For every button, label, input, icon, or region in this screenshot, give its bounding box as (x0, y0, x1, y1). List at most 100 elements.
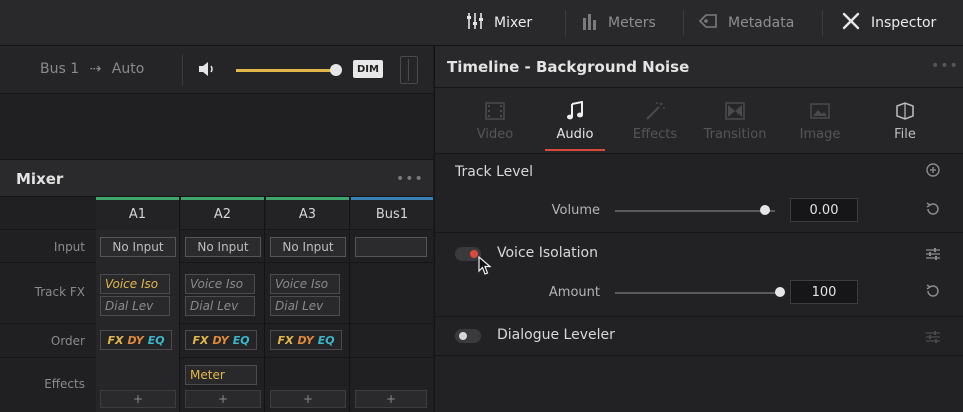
add-effect-button[interactable]: + (270, 390, 346, 408)
channel-strip-a1: A1 No Input Voice Iso Dial Lev FX DY EQ … (96, 197, 180, 412)
dim-button[interactable]: DIM (353, 60, 383, 78)
mouse-cursor-icon (478, 255, 492, 280)
row-label-input: Input (53, 240, 85, 254)
voice-isolation-title: Voice Isolation (497, 245, 598, 261)
tab-transition-label: Transition (703, 126, 767, 142)
input-selector[interactable]: No Input (185, 237, 261, 257)
order-selector[interactable]: FX DY EQ (100, 330, 172, 350)
image-icon (810, 102, 830, 119)
dialogue-leveler-title: Dialogue Leveler (497, 327, 615, 343)
order-selector[interactable]: FX DY EQ (270, 330, 342, 350)
inspector-toggle-button[interactable]: Inspector (841, 0, 936, 46)
input-selector[interactable]: No Input (270, 237, 346, 257)
row-label-effects: Effects (44, 377, 85, 391)
order-selector[interactable]: FX DY EQ (185, 330, 257, 350)
section-divider (435, 232, 963, 233)
amount-value-field[interactable]: 100 (790, 280, 858, 304)
order-eq: EQ (147, 333, 165, 347)
mixer-header: Mixer ••• (0, 159, 433, 197)
mixer-toggle-label: Mixer (494, 15, 533, 31)
input-selector[interactable] (355, 237, 427, 257)
mixer-grid: Input Track FX Order Effects A1 No Input… (0, 197, 433, 412)
tab-effects[interactable]: Effects (615, 88, 695, 154)
monitor-bus-row: Bus 1 ⇢ Auto DIM (0, 46, 433, 94)
effect-slot-meter[interactable]: Meter (185, 365, 257, 385)
tab-effects-label: Effects (632, 126, 678, 142)
mixer-options-icon[interactable]: ••• (396, 171, 424, 187)
meters-toggle-button[interactable]: Meters (582, 0, 656, 46)
volume-value-field[interactable]: 0.00 (790, 198, 858, 222)
tab-file[interactable]: File (865, 88, 945, 154)
input-selector[interactable]: No Input (100, 237, 176, 257)
channel-name: A2 (181, 197, 264, 229)
reset-icon[interactable] (925, 283, 941, 303)
bus-label: Bus 1 (40, 61, 80, 77)
mixer-toggle-button[interactable]: Mixer (466, 0, 532, 46)
auto-label: Auto (111, 61, 145, 77)
tab-video-label: Video (476, 126, 514, 142)
order-eq: EQ (317, 333, 335, 347)
reset-icon[interactable] (925, 201, 941, 221)
monitor-volume-knob[interactable] (330, 64, 342, 76)
amount-slider-knob[interactable] (775, 287, 785, 297)
order-fx: FX (107, 333, 124, 347)
amount-label: Amount (548, 285, 600, 300)
volume-slider[interactable] (615, 210, 775, 212)
fx-slot-dial-lev[interactable]: Dial Lev (100, 296, 170, 316)
adjustments-icon[interactable] (925, 246, 941, 266)
metadata-toggle-button[interactable]: Metadata (698, 0, 794, 46)
dialogue-leveler-toggle[interactable] (455, 329, 481, 343)
add-effect-button[interactable]: + (355, 390, 427, 408)
film-icon (485, 101, 505, 120)
tab-image[interactable]: Image (780, 88, 860, 154)
tab-video[interactable]: Video (455, 88, 535, 154)
tab-audio[interactable]: Audio (535, 88, 615, 154)
adjustments-icon[interactable] (925, 329, 941, 349)
file-icon (896, 101, 914, 120)
inspector-tabs: Video Audio Effects Transition Image Fil… (435, 88, 963, 154)
volume-slider-knob[interactable] (760, 205, 770, 215)
fx-slot-voice-iso[interactable]: Voice Iso (100, 274, 170, 294)
row-label-order: Order (50, 334, 85, 348)
transition-icon (725, 101, 745, 120)
toolbar-divider (822, 10, 823, 36)
channel-strip-bus1: Bus1 + (351, 197, 433, 412)
speaker-icon[interactable] (197, 60, 219, 82)
inspector-panel: Timeline - Background Noise ••• Video Au… (434, 46, 963, 412)
order-fx: FX (192, 333, 209, 347)
channel-strip-a3: A3 No Input Voice Iso Dial Lev FX DY EQ … (266, 197, 350, 412)
track-level-title: Track Level (455, 164, 534, 180)
bus-selector[interactable]: Bus 1 ⇢ Auto (40, 61, 144, 77)
arrow-icon: ⇢ (89, 61, 102, 77)
fx-slot-voice-iso[interactable]: Voice Iso (185, 274, 255, 294)
fx-slot-dial-lev[interactable]: Dial Lev (270, 296, 340, 316)
order-eq: EQ (232, 333, 250, 347)
row-label-track-fx: Track FX (34, 285, 85, 299)
inspector-options-icon[interactable]: ••• (931, 58, 959, 74)
mixer-icon (466, 12, 484, 34)
add-effect-button[interactable]: + (100, 390, 176, 408)
volume-label: Volume (551, 203, 600, 218)
channel-name: A1 (96, 197, 179, 229)
tab-image-label: Image (799, 126, 841, 142)
section-divider (435, 316, 963, 317)
top-toolbar: Mixer Meters Metadata Inspector (0, 0, 963, 46)
order-dy: DY (212, 333, 229, 347)
metadata-tag-icon (698, 13, 718, 33)
toolbar-divider (683, 10, 684, 36)
channel-name: A3 (266, 197, 349, 229)
order-dy: DY (127, 333, 144, 347)
amount-slider[interactable] (615, 292, 785, 294)
tab-audio-label: Audio (556, 126, 594, 142)
channel-name: Bus1 (351, 197, 433, 229)
section-divider (435, 355, 963, 356)
keyframe-icon[interactable] (925, 162, 941, 182)
monitor-volume-slider[interactable] (236, 69, 336, 72)
tab-file-label: File (894, 126, 916, 142)
fx-slot-dial-lev[interactable]: Dial Lev (185, 296, 255, 316)
music-note-icon (567, 100, 583, 119)
add-effect-button[interactable]: + (185, 390, 261, 408)
fx-slot-voice-iso[interactable]: Voice Iso (270, 274, 340, 294)
inspector-header: Timeline - Background Noise ••• (435, 46, 963, 88)
tab-transition[interactable]: Transition (695, 88, 775, 154)
